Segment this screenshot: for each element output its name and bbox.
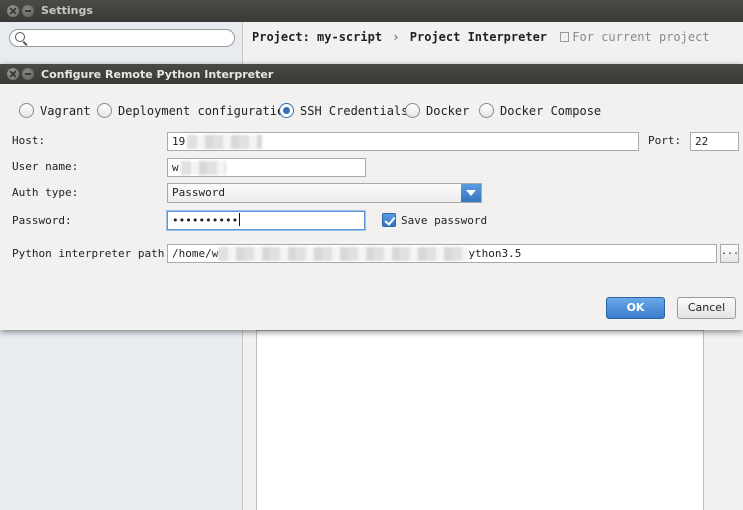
redacted-blur <box>218 247 469 261</box>
username-value: w <box>172 161 179 174</box>
interpreter-path-label: Python interpreter path: <box>12 247 171 260</box>
search-icon <box>15 32 25 42</box>
port-label: Port: <box>648 134 682 147</box>
breadcrumb-scope-label: For current project <box>572 30 710 44</box>
host-value: 19 <box>172 135 186 148</box>
settings-title: Settings <box>41 4 93 17</box>
radio-vagrant[interactable]: Vagrant <box>19 103 91 118</box>
radio-label: SSH Credentials <box>300 103 409 118</box>
password-input[interactable]: •••••••••• <box>167 211 365 230</box>
breadcrumb-project: Project: <box>252 30 310 44</box>
chevron-down-icon[interactable] <box>461 184 481 202</box>
settings-right-strip <box>710 330 743 510</box>
radio-label: Vagrant <box>40 103 91 118</box>
radio-docker[interactable]: Docker <box>405 103 469 118</box>
radio-circle[interactable] <box>405 103 420 118</box>
configure-remote-interpreter-dialog: Configure Remote Python Interpreter Vagr… <box>0 64 743 330</box>
auth-type-select[interactable]: Password <box>167 183 482 203</box>
browse-button[interactable]: ... <box>720 244 739 263</box>
radio-circle[interactable] <box>97 103 112 118</box>
radio-circle[interactable] <box>279 103 294 118</box>
settings-close-icon[interactable] <box>7 5 19 17</box>
auth-type-label: Auth type: <box>12 186 79 199</box>
radio-label: Docker Compose <box>500 103 602 118</box>
breadcrumb-page: Project Interpreter <box>409 30 548 44</box>
port-value: 22 <box>695 135 709 148</box>
password-value: •••••••••• <box>172 214 239 227</box>
radio-label: Deployment configuration <box>118 103 292 118</box>
radio-circle[interactable] <box>479 103 494 118</box>
username-label: User name: <box>12 160 79 173</box>
redacted-blur <box>180 161 226 175</box>
interpreter-path-end: ython3.5 <box>468 247 522 260</box>
copy-icon <box>560 32 570 42</box>
interpreter-packages-list[interactable] <box>256 330 704 510</box>
text-cursor <box>239 213 241 226</box>
interpreter-path-input[interactable]: /home/w ython3.5 <box>167 244 717 263</box>
breadcrumb-scope: For current project <box>560 30 710 44</box>
radio-docker-compose[interactable]: Docker Compose <box>479 103 601 118</box>
host-label: Host: <box>12 134 46 147</box>
settings-titlebar: Settings <box>0 0 743 22</box>
port-input[interactable]: 22 <box>690 132 739 151</box>
settings-minimize-icon[interactable] <box>22 5 34 17</box>
host-input[interactable]: 19 <box>167 132 639 151</box>
breadcrumb: Project: my-script › Project Interpreter… <box>252 30 710 44</box>
settings-search-input[interactable] <box>9 29 235 47</box>
breadcrumb-project-name: my-script <box>317 30 383 44</box>
save-password-label: Save password <box>401 214 488 227</box>
dialog-close-icon[interactable] <box>7 68 19 80</box>
breadcrumb-separator: › <box>392 30 400 44</box>
dialog-minimize-icon[interactable] <box>22 68 34 80</box>
radio-ssh-credentials[interactable]: SSH Credentials <box>279 103 408 118</box>
dialog-title: Configure Remote Python Interpreter <box>41 68 274 81</box>
ok-button[interactable]: OK <box>606 297 665 319</box>
dialog-titlebar: Configure Remote Python Interpreter <box>0 64 743 84</box>
radio-label: Docker <box>426 103 470 118</box>
redacted-blur <box>187 135 263 149</box>
username-input[interactable]: w <box>167 158 366 177</box>
cancel-button[interactable]: Cancel <box>677 297 736 319</box>
save-password-checkbox[interactable] <box>382 213 396 227</box>
radio-circle[interactable] <box>19 103 34 118</box>
interpreter-path-start: /home/w <box>172 247 219 260</box>
auth-type-value: Password <box>172 186 225 199</box>
radio-deployment-configuration[interactable]: Deployment configuration <box>97 103 291 118</box>
password-label: Password: <box>12 214 72 227</box>
